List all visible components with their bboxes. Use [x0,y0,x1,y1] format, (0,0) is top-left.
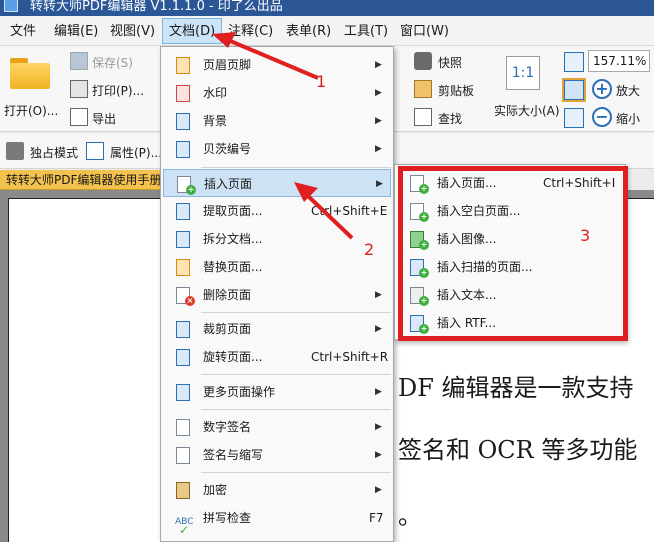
annotation-arrow-1 [227,38,319,80]
annotation-step-1: 1 [316,72,327,91]
annotation-arrow-2-head [294,182,318,202]
annotation-step-3: 3 [580,226,591,245]
annotation-arrow-2 [306,194,354,240]
annotation-arrows [212,32,354,240]
annotation-step-2: 2 [364,240,375,259]
